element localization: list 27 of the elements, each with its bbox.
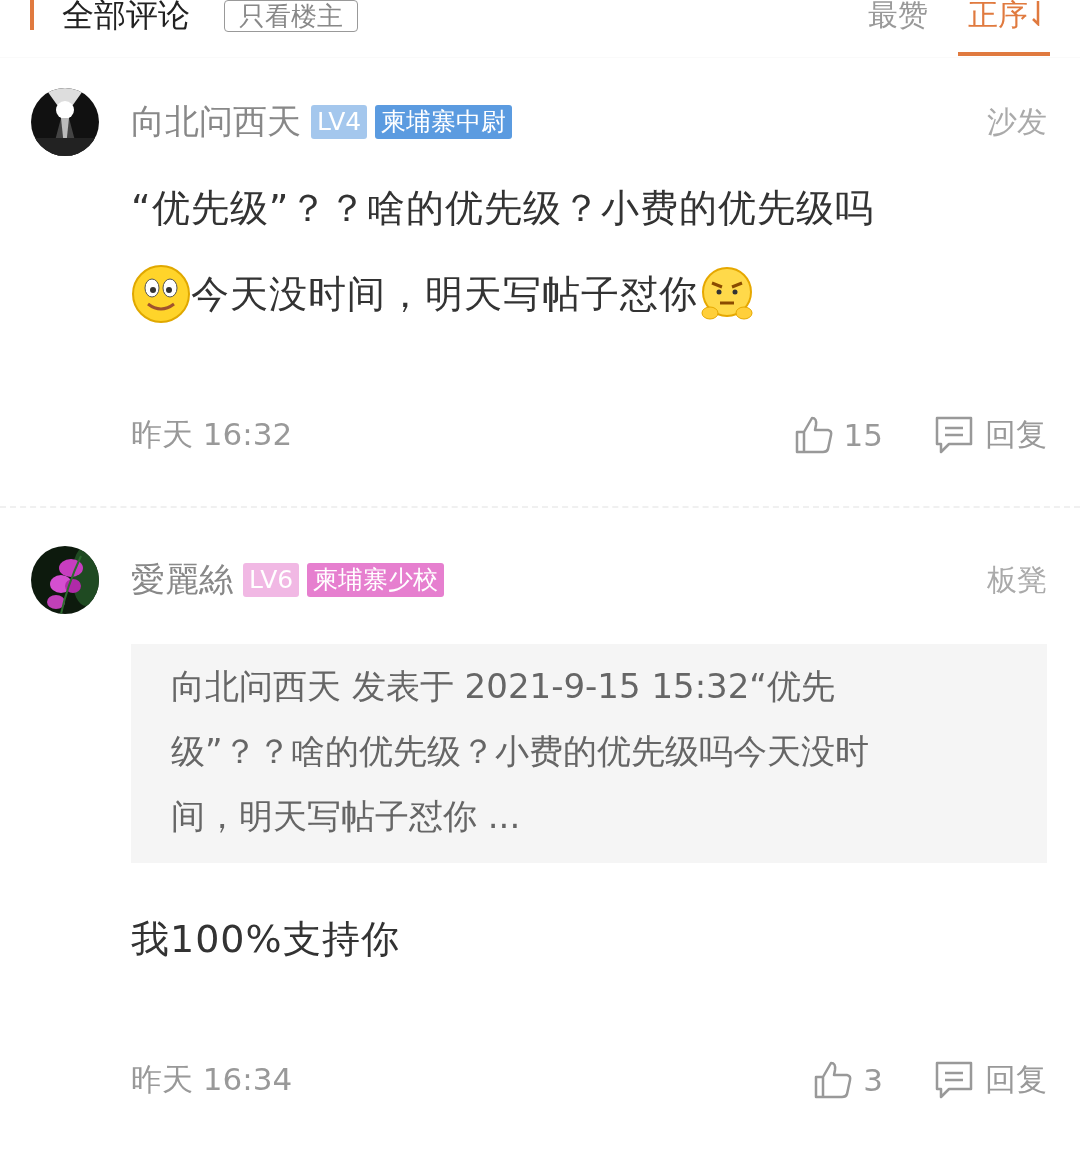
user-name[interactable]: 愛麗絲 [131,557,233,603]
rank-badge: 柬埔寨少校 [307,563,445,597]
smiley-emoji-icon [131,264,191,324]
user-name[interactable]: 向北问西天 [131,99,301,145]
grumpy-emoji-icon [698,265,756,323]
reply-button[interactable]: 回复 [933,414,1047,456]
reply-button[interactable]: 回复 [933,1059,1047,1101]
comment-icon [933,1060,975,1100]
rank-badge: 柬埔寨中尉 [375,105,513,139]
comment-text: 今天没时间，明天写帖子怼你 [191,270,698,318]
sort-tab[interactable]: 正序 [958,0,1050,56]
like-button[interactable]: 3 [813,1060,883,1100]
floor-label: 沙发 [987,102,1047,141]
quoted-comment: 向北问西天 发表于 2021-9-15 15:32“优先级”？？啥的优先级？小费的优先级吗今天没时间，明天写帖子怼你 ... [131,644,1047,863]
level-badge: LV6 [243,563,300,597]
comment-text: 我100%支持你 [131,915,400,963]
comment-time: 昨天 16:34 [131,1060,293,1099]
sort-tab[interactable]: 最赞 [858,0,938,56]
comment-icon [933,415,975,455]
thumbs-up-icon [813,1060,854,1100]
like-button[interactable]: 15 [793,415,883,455]
comment-time: 昨天 16:32 [131,415,293,454]
level-badge: LV4 [311,105,368,139]
comment-text: “优先级”？？啥的优先级？小费的优先级吗 [131,184,875,232]
author-only-button[interactable]: 只看楼主 [224,0,358,32]
floor-label: 板凳 [987,560,1047,599]
thumbs-up-icon [793,415,834,455]
